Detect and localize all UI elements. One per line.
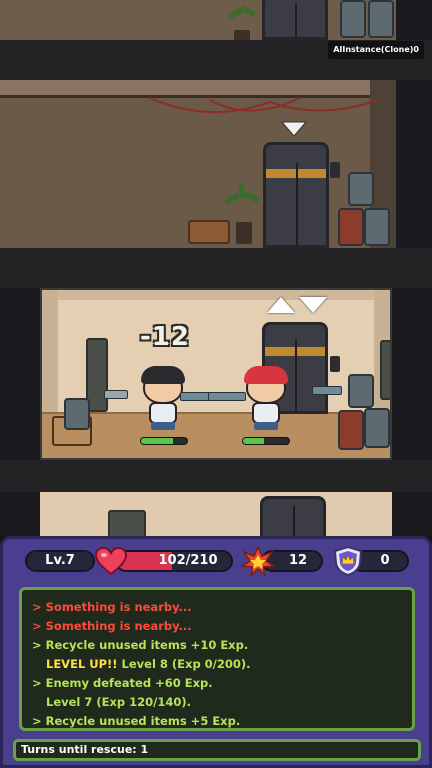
enemy-hp-bar: [242, 437, 290, 445]
message-log[interactable]: > Something is nearby... > Something is n…: [19, 587, 415, 731]
floor-indicator-icon: [280, 121, 308, 137]
barrel-icon: [340, 0, 366, 38]
floor-up-arrow-icon[interactable]: [267, 297, 295, 313]
enemy-character[interactable]: [244, 366, 288, 430]
barrel-icon: [368, 0, 394, 38]
enemy-gun-icon: [312, 386, 342, 395]
heart-icon: [95, 547, 127, 575]
log-text: Level 8 (Exp 0/200).: [117, 657, 251, 671]
floor-slab: [0, 460, 432, 492]
barrel-icon: [338, 208, 364, 246]
elevator-door-lower[interactable]: [260, 496, 326, 536]
hud-panel: Lv.7 102/210 12 0 > Something is nearby.…: [0, 536, 432, 768]
player-hp-bar: [140, 437, 188, 445]
barrel-icon: [338, 410, 364, 450]
enemy-gun-icon: [208, 392, 246, 401]
shield-crown-icon: [333, 546, 363, 576]
melee-weapon-icon: [104, 390, 128, 399]
debug-instance-label: AIInstance(Clone)0: [328, 41, 424, 59]
log-line: > Recycle unused items +10 Exp.: [32, 636, 402, 655]
barrel-icon: [348, 172, 374, 206]
level-badge: Lv.7: [25, 550, 95, 572]
log-highlight: LEVEL UP!!: [46, 657, 118, 671]
elevator-call-panel: [330, 162, 340, 178]
message-log-lines: > Something is nearby... > Something is n…: [32, 598, 402, 728]
rescue-status-bar: Turns until rescue: 1: [13, 739, 421, 761]
damage-number: -12: [140, 322, 190, 352]
hp-current: 102: [158, 553, 186, 568]
hanging-wires-icon: [150, 97, 379, 113]
floor-slab: [0, 248, 432, 288]
log-text: > Enemy defeated +60 Exp.: [32, 676, 213, 690]
stat-row: Lv.7 102/210 12 0: [3, 546, 432, 576]
log-line: LEVEL UP!! Level 8 (Exp 0/200).: [32, 655, 402, 674]
room-upper-floor: [0, 80, 396, 248]
barrel-icon: [364, 408, 390, 448]
rescue-label: Turns until rescue:: [21, 743, 137, 756]
locker-icon: [380, 340, 390, 400]
enemy-hp-fill: [243, 438, 264, 444]
log-text: Level 7 (Exp 120/140).: [46, 695, 191, 709]
potted-plant-icon: [222, 0, 262, 40]
locker-icon: [108, 510, 146, 536]
explosion-icon: [241, 546, 275, 576]
barrel-icon: [348, 374, 374, 408]
hp-bar: 102/210: [115, 550, 233, 572]
log-line: > Something is nearby...: [32, 598, 402, 617]
player-character[interactable]: [141, 366, 185, 430]
log-line: > Something is nearby...: [32, 617, 402, 636]
crate-icon: [188, 220, 230, 244]
rescue-turns: 1: [140, 743, 149, 756]
log-text: > Recycle unused items +5 Exp.: [32, 714, 241, 728]
elevator-door-upper[interactable]: [263, 142, 329, 248]
elevator-call-panel: [330, 356, 340, 372]
log-text: > Something is nearby...: [32, 619, 192, 633]
log-line: Level 7 (Exp 120/140).: [32, 693, 402, 712]
floor-down-arrow-icon[interactable]: [299, 297, 327, 313]
log-line: > Enemy defeated +60 Exp.: [32, 674, 402, 693]
potted-plant-icon: [223, 182, 264, 244]
elevator-door-top: [262, 0, 328, 40]
player-hp-fill: [141, 438, 174, 444]
room-lower-floor: [40, 492, 392, 536]
barrel-icon: [364, 208, 390, 246]
log-line: > Recycle unused items +5 Exp.: [32, 712, 402, 728]
game-scene: AIInstance(Clone)0 -12: [0, 0, 432, 536]
room-active-floor: [40, 288, 392, 460]
log-text: > Recycle unused items +10 Exp.: [32, 638, 249, 652]
barrel-icon: [64, 398, 90, 430]
room-top-floor: [0, 0, 396, 40]
hp-max: 210: [190, 553, 218, 568]
log-text: > Something is nearby...: [32, 600, 192, 614]
